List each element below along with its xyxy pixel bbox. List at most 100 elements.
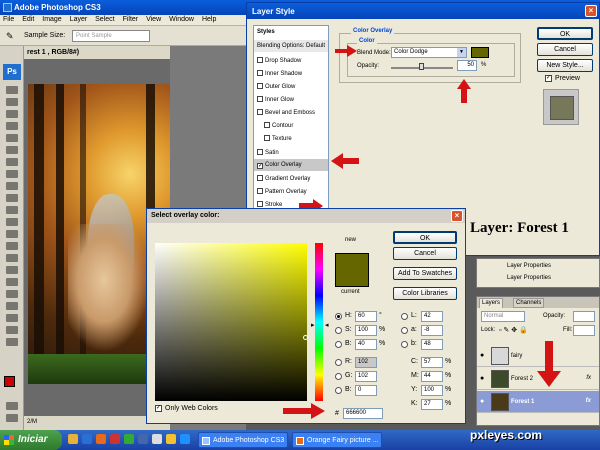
style-item-gradient-overlay[interactable]: Gradient Overlay	[254, 172, 328, 184]
checkbox[interactable]	[257, 96, 263, 102]
r-radio[interactable]	[335, 359, 342, 366]
style-item-inner-glow[interactable]: Inner Glow	[254, 93, 328, 105]
checkbox[interactable]	[264, 135, 270, 141]
y-input[interactable]: 100	[421, 385, 443, 396]
quicklaunch-icon[interactable]	[180, 434, 190, 444]
eraser-tool-icon[interactable]	[6, 206, 18, 214]
opacity-input[interactable]: 50	[457, 60, 477, 71]
checkbox[interactable]	[264, 122, 270, 128]
lasso-tool-icon[interactable]	[6, 110, 18, 118]
color-field[interactable]	[155, 243, 308, 401]
start-button[interactable]: Iniciar	[0, 430, 62, 450]
layer-row-selected[interactable]: ● Forest 1 fx	[477, 391, 599, 413]
eye-icon[interactable]: ●	[480, 352, 484, 359]
g-input[interactable]: 102	[355, 371, 377, 382]
b-radio[interactable]	[335, 341, 342, 348]
layer-opacity-input[interactable]	[573, 311, 595, 322]
new-style-button[interactable]: New Style...	[537, 59, 593, 72]
checkbox-checked[interactable]: ✓	[257, 163, 263, 169]
r-input[interactable]: 102	[355, 357, 377, 368]
fill-input[interactable]	[573, 325, 595, 336]
foreground-color-icon[interactable]	[4, 376, 15, 387]
eye-icon[interactable]: ●	[480, 398, 484, 405]
checkbox[interactable]	[257, 149, 263, 155]
checkbox[interactable]	[257, 201, 263, 207]
style-item-inner-shadow[interactable]: Inner Shadow	[254, 67, 328, 79]
dodge-tool-icon[interactable]	[6, 242, 18, 250]
menu-help[interactable]: Help	[199, 15, 219, 23]
quicklaunch-icon[interactable]	[124, 434, 134, 444]
quicklaunch-icon[interactable]	[138, 434, 148, 444]
menu-filter[interactable]: Filter	[120, 15, 142, 23]
quicklaunch-icon[interactable]	[110, 434, 120, 444]
healing-brush-icon[interactable]	[6, 158, 18, 166]
preview-checkbox[interactable]: ✓	[545, 75, 552, 82]
stamp-tool-icon[interactable]	[6, 182, 18, 190]
h-input[interactable]: 60	[355, 311, 377, 322]
color-field-cursor[interactable]	[303, 335, 308, 340]
eye-icon[interactable]: ●	[480, 375, 484, 382]
overlay-color-swatch[interactable]	[471, 47, 489, 58]
hex-input[interactable]: 666600	[343, 408, 383, 419]
quicklaunch-icon[interactable]	[82, 434, 92, 444]
quicklaunch-icon[interactable]	[96, 434, 106, 444]
blend-mode-select[interactable]: Color Dodge ▼	[391, 47, 467, 58]
style-item-bevel-emboss[interactable]: Bevel and Emboss	[254, 106, 328, 118]
a-input[interactable]: -8	[421, 325, 443, 336]
blur-tool-icon[interactable]	[6, 230, 18, 238]
checkbox[interactable]	[257, 175, 263, 181]
menu-window[interactable]: Window	[166, 15, 197, 23]
menu-file[interactable]: File	[0, 15, 17, 23]
style-item-satin[interactable]: Satin	[254, 146, 328, 158]
type-tool-icon[interactable]	[6, 266, 18, 274]
checkbox[interactable]	[257, 83, 263, 89]
only-web-colors-checkbox[interactable]: ✓	[155, 405, 162, 412]
hue-slider-handle-left[interactable]: ▸	[311, 321, 315, 329]
g-radio[interactable]	[335, 373, 342, 380]
pen-tool-icon[interactable]	[6, 254, 18, 262]
gradient-tool-icon[interactable]	[6, 218, 18, 226]
lab-b-input[interactable]: 48	[421, 339, 443, 350]
shape-tool-icon[interactable]	[6, 290, 18, 298]
checkbox[interactable]	[257, 57, 263, 63]
layer-properties-item[interactable]: Layer Properties	[507, 263, 551, 269]
tab-layers[interactable]: Layers	[479, 298, 504, 308]
zoom-tool-icon[interactable]	[6, 338, 18, 346]
taskbar-item-browser[interactable]: Orange Fairy picture ...	[292, 432, 382, 448]
s-radio[interactable]	[335, 327, 342, 334]
lab-b-radio[interactable]	[401, 341, 408, 348]
checkbox[interactable]	[257, 109, 263, 115]
hue-slider[interactable]	[315, 243, 323, 401]
marquee-tool-icon[interactable]	[6, 98, 18, 106]
quicklaunch-icon[interactable]	[166, 434, 176, 444]
h-radio[interactable]	[335, 313, 342, 320]
style-item-texture[interactable]: Texture	[254, 132, 328, 144]
style-item-drop-shadow[interactable]: Drop Shadow	[254, 54, 328, 66]
magic-wand-icon[interactable]	[6, 122, 18, 130]
tab-channels[interactable]: Channels	[513, 298, 545, 308]
menu-select[interactable]: Select	[92, 15, 117, 23]
path-select-icon[interactable]	[6, 278, 18, 286]
style-item-contour[interactable]: Contour	[254, 119, 328, 131]
screen-mode-icon[interactable]	[6, 414, 18, 422]
checkbox[interactable]	[257, 188, 263, 194]
close-icon[interactable]: ×	[585, 5, 597, 17]
taskbar-item-photoshop[interactable]: Adobe Photoshop CS3	[198, 432, 288, 448]
menu-layer[interactable]: Layer	[67, 15, 91, 23]
hand-tool-icon[interactable]	[6, 326, 18, 334]
brush-tool-icon[interactable]	[6, 170, 18, 178]
checkbox[interactable]	[257, 70, 263, 76]
style-item-pattern-overlay[interactable]: Pattern Overlay	[254, 185, 328, 197]
m-input[interactable]: 44	[421, 371, 443, 382]
c-input[interactable]: 57	[421, 357, 443, 368]
blue-input[interactable]: 0	[355, 385, 377, 396]
slice-tool-icon[interactable]	[6, 146, 18, 154]
hue-slider-handle-right[interactable]: ◂	[325, 321, 329, 329]
blend-mode-select[interactable]: Normal	[481, 311, 525, 322]
style-item-outer-glow[interactable]: Outer Glow	[254, 80, 328, 92]
cancel-button[interactable]: Cancel	[393, 247, 457, 260]
styles-header[interactable]: Styles	[254, 26, 328, 38]
eyedropper-tool-icon[interactable]	[6, 314, 18, 322]
l-radio[interactable]	[401, 313, 408, 320]
b-input[interactable]: 40	[355, 339, 377, 350]
